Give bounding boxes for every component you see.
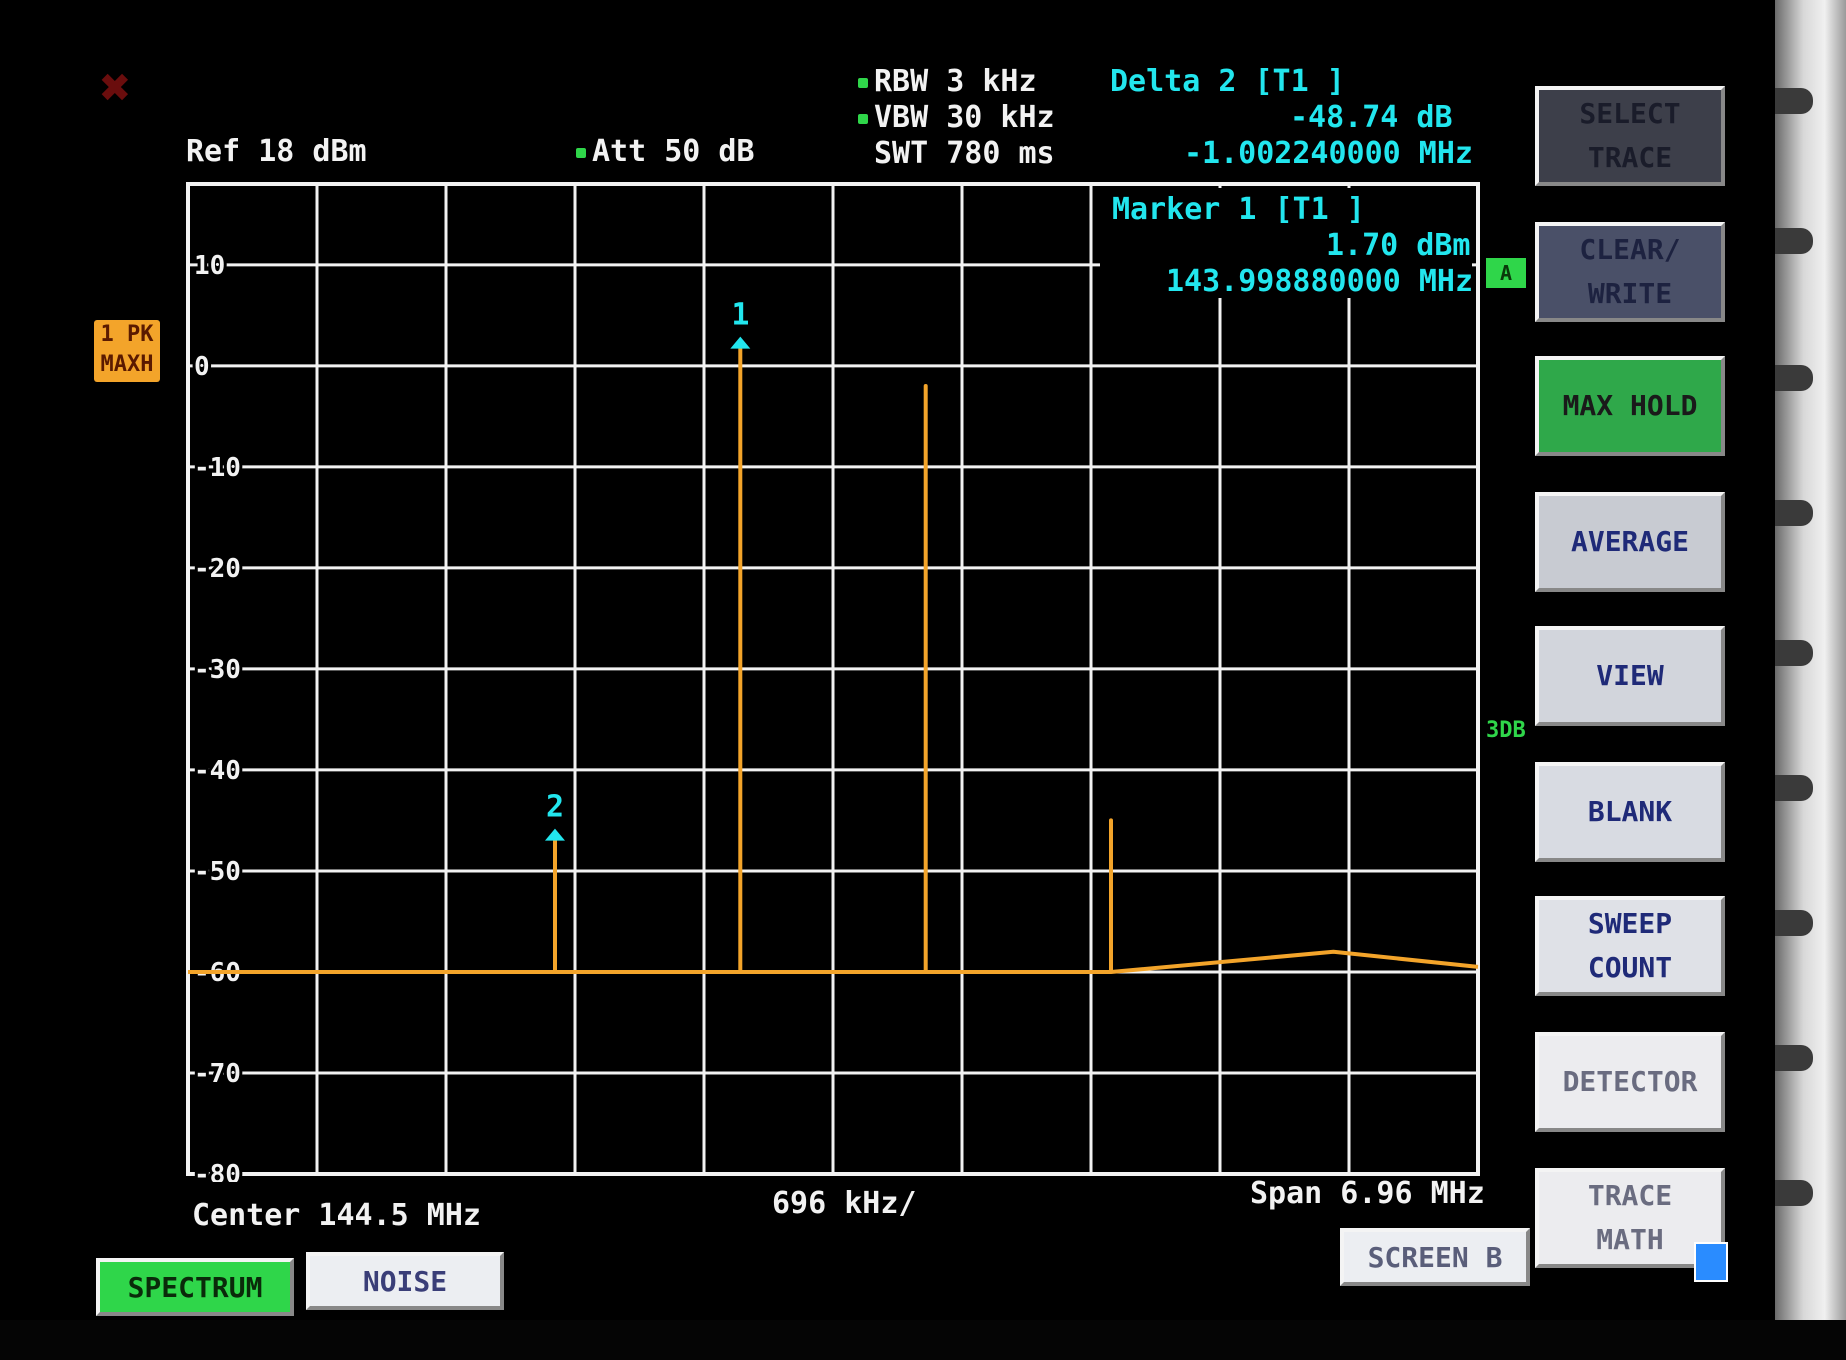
delta-marker-freq: -1.002240000 MHz [1184, 136, 1473, 171]
tab-noise[interactable]: NOISE [306, 1252, 504, 1310]
max-hold-softkey[interactable]: MAX HOLD [1535, 356, 1725, 456]
softkey-more-icon[interactable] [1694, 1242, 1728, 1282]
y-tick-label: -50 [194, 857, 241, 887]
sweep-time-readout: SWT 780 ms [874, 136, 1055, 171]
blank-softkey[interactable]: BLANK [1535, 762, 1725, 862]
marker-1-symbol [730, 336, 751, 349]
y-tick-label: -20 [194, 554, 241, 584]
per-div-readout: 696 kHz/ [772, 1186, 917, 1221]
y-tick-label: 10 [194, 251, 225, 281]
y-tick-label: -10 [194, 453, 241, 483]
y-tick-label: -40 [194, 756, 241, 786]
y-tick-label: -70 [194, 1059, 241, 1089]
y-tick-label: 0 [194, 352, 210, 382]
trace-a-badge: A [1486, 258, 1526, 288]
marker1-level: 1.70 dBm [1326, 228, 1471, 263]
trace-mode-badge: 1 PK MAXH [94, 320, 160, 382]
rbw-readout: RBW 3 kHz [874, 64, 1037, 99]
spectrum-display: 100-10-20-30-40-50-60-70-8012 [186, 182, 1480, 1182]
center-frequency-readout: Center 144.5 MHz [192, 1198, 481, 1233]
marker-1-label: 1 [731, 298, 749, 333]
instrument-bezel [1775, 0, 1846, 1360]
vbw-indicator-icon [858, 114, 868, 124]
delta-marker-title: Delta 2 [T1 ] [1110, 64, 1345, 99]
average-softkey[interactable]: AVERAGE [1535, 492, 1725, 592]
att-indicator-icon [576, 148, 586, 158]
y-tick-label: -80 [194, 1160, 241, 1182]
rbw-indicator-icon [858, 78, 868, 88]
span-readout: Span 6.96 MHz [1250, 1176, 1485, 1211]
vbw-readout: VBW 30 kHz [874, 100, 1055, 135]
y-tick-label: -30 [194, 655, 241, 685]
sweep-count-softkey[interactable]: SWEEP COUNT [1535, 896, 1725, 996]
tool-icon: ✖ [100, 58, 132, 118]
marker-2-symbol [544, 828, 565, 841]
select-trace-softkey[interactable]: SELECT TRACE [1535, 86, 1725, 186]
attenuation-readout: Att 50 dB [592, 134, 755, 169]
detector-softkey[interactable]: DETECTOR [1535, 1032, 1725, 1132]
delta-marker-level: -48.74 dB [1290, 100, 1453, 135]
marker1-freq: 143.998880000 MHz [1166, 264, 1474, 299]
tab-spectrum[interactable]: SPECTRUM [96, 1258, 294, 1316]
ref-level-readout: Ref 18 dBm [186, 134, 367, 169]
bottom-bezel [0, 1320, 1846, 1360]
tab-screen-b[interactable]: SCREEN B [1340, 1228, 1530, 1286]
marker1-title: Marker 1 [T1 ] [1112, 192, 1365, 227]
marker-2-label: 2 [546, 790, 564, 825]
clear-write-softkey[interactable]: CLEAR/WRITE [1535, 222, 1725, 322]
3db-indicator: 3DB [1486, 718, 1526, 743]
view-softkey[interactable]: VIEW [1535, 626, 1725, 726]
